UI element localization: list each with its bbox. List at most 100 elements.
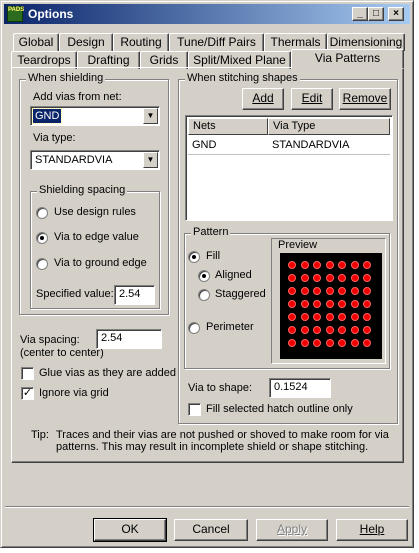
- close-icon: ×: [393, 8, 399, 19]
- ignore-grid-label[interactable]: Ignore via grid: [39, 387, 109, 399]
- bottom-separator: [5, 506, 409, 508]
- via-to-edge-value-radio[interactable]: [36, 232, 48, 244]
- via-dot: [288, 287, 296, 295]
- via-dot: [338, 313, 346, 321]
- add-button[interactable]: Add: [242, 88, 284, 110]
- via-dot: [338, 300, 346, 308]
- add-vias-label: Add vias from net:: [33, 91, 122, 103]
- minimize-button[interactable]: _: [352, 7, 368, 21]
- via-to-shape-field[interactable]: 0.1524: [269, 378, 331, 398]
- fill-hatch-checkbox[interactable]: [188, 403, 201, 416]
- via-dot: [363, 326, 371, 334]
- ok-button[interactable]: OK: [93, 518, 167, 542]
- via-dot: [288, 300, 296, 308]
- via-dot: [325, 261, 334, 269]
- via-dot: [338, 339, 346, 347]
- perimeter-radio[interactable]: [188, 322, 200, 334]
- via-to-ground-edge-label[interactable]: Via to ground edge: [54, 257, 147, 269]
- nets-column-header[interactable]: Nets: [188, 118, 268, 135]
- via-to-ground-edge-radio[interactable]: [36, 258, 48, 270]
- via-type-label: Via type:: [33, 132, 76, 144]
- table-row-net[interactable]: GND: [192, 139, 216, 151]
- title-bar[interactable]: PADS Options _ □ ×: [4, 4, 410, 24]
- stitching-nets-list[interactable]: Nets Via Type GND STANDARDVIA: [185, 115, 393, 221]
- via-dot: [325, 339, 334, 347]
- via-dot: [300, 261, 309, 269]
- via-dot: [363, 261, 371, 269]
- edit-button[interactable]: Edit: [291, 88, 333, 110]
- chevron-down-icon[interactable]: ▼: [143, 108, 158, 124]
- via-dot: [363, 313, 371, 321]
- via-type-combobox-value: STANDARDVIA: [35, 154, 113, 166]
- via-to-edge-value-label[interactable]: Via to edge value: [54, 231, 139, 243]
- net-combobox-value: GND: [31, 108, 63, 124]
- via-dot: [325, 287, 334, 295]
- via-dot: [300, 339, 309, 347]
- tab-global[interactable]: Global: [13, 33, 59, 51]
- apply-button[interactable]: Apply: [256, 519, 328, 541]
- preview-label: Preview: [278, 239, 318, 251]
- perimeter-label[interactable]: Perimeter: [206, 321, 254, 333]
- aligned-radio[interactable]: [198, 270, 210, 282]
- use-design-rules-radio[interactable]: [36, 207, 48, 219]
- via-dot: [300, 274, 309, 282]
- via-dot: [313, 326, 321, 334]
- table-row-via-type[interactable]: STANDARDVIA: [272, 139, 349, 151]
- maximize-icon: □: [372, 8, 380, 19]
- chevron-down-icon[interactable]: ▼: [143, 152, 158, 168]
- via-dot: [313, 300, 321, 308]
- fill-hatch-label[interactable]: Fill selected hatch outline only: [206, 403, 353, 415]
- staggered-radio[interactable]: [198, 289, 210, 301]
- via-dot: [300, 326, 309, 334]
- options-dialog: PADS Options _ □ × Global Design Routing…: [0, 0, 414, 548]
- via-to-shape-label: Via to shape:: [188, 382, 253, 394]
- tab-via-patterns[interactable]: Via Patterns: [291, 49, 404, 69]
- via-dot: [363, 300, 371, 308]
- tab-tune-diff-pairs[interactable]: Tune/Diff Pairs: [169, 33, 264, 51]
- remove-button[interactable]: Remove: [339, 88, 391, 110]
- ignore-grid-checkbox[interactable]: ✓: [21, 387, 34, 400]
- via-dot: [363, 287, 371, 295]
- via-spacing-field[interactable]: 2.54: [96, 329, 162, 349]
- via-dot: [350, 339, 359, 347]
- tab-routing[interactable]: Routing: [113, 33, 169, 51]
- via-dot: [363, 274, 371, 282]
- table-row-divider: [188, 154, 390, 155]
- minimize-icon: _: [357, 8, 363, 19]
- cancel-button[interactable]: Cancel: [174, 519, 248, 541]
- preview-canvas: [280, 253, 382, 359]
- via-type-column-header[interactable]: Via Type: [268, 118, 390, 135]
- when-stitching-title: When stitching shapes: [185, 72, 300, 84]
- maximize-button[interactable]: □: [368, 7, 384, 21]
- shielding-spacing-title: Shielding spacing: [37, 184, 128, 196]
- help-button[interactable]: Help: [336, 519, 408, 541]
- when-shielding-title: When shielding: [26, 72, 106, 84]
- net-combobox[interactable]: GND ▼: [30, 106, 160, 126]
- via-dot: [338, 287, 346, 295]
- via-dot: [300, 287, 309, 295]
- via-dot: [338, 261, 346, 269]
- tip-prefix: Tip:: [31, 429, 49, 441]
- window-title: Options: [28, 7, 74, 21]
- close-button[interactable]: ×: [388, 7, 404, 21]
- fill-label[interactable]: Fill: [206, 250, 220, 262]
- via-spacing-sublabel: (center to center): [20, 347, 104, 359]
- use-design-rules-label[interactable]: Use design rules: [54, 206, 136, 218]
- glue-vias-label[interactable]: Glue vias as they are added: [39, 367, 176, 379]
- via-dot: [350, 274, 359, 282]
- via-dot: [325, 313, 334, 321]
- fill-radio[interactable]: [188, 251, 200, 263]
- aligned-label[interactable]: Aligned: [215, 269, 252, 281]
- via-dot: [325, 300, 334, 308]
- via-dot: [288, 339, 296, 347]
- tip-line-1: Traces and their vias are not pushed or …: [56, 429, 389, 441]
- staggered-label[interactable]: Staggered: [215, 288, 266, 300]
- via-dot: [363, 339, 371, 347]
- pads-app-icon: PADS: [7, 6, 24, 22]
- tab-design[interactable]: Design: [59, 33, 113, 51]
- glue-vias-checkbox[interactable]: [21, 367, 34, 380]
- checkmark-icon: ✓: [22, 387, 33, 399]
- via-dot: [288, 261, 296, 269]
- specified-value-field[interactable]: 2.54: [114, 285, 155, 305]
- via-type-combobox[interactable]: STANDARDVIA ▼: [30, 150, 160, 170]
